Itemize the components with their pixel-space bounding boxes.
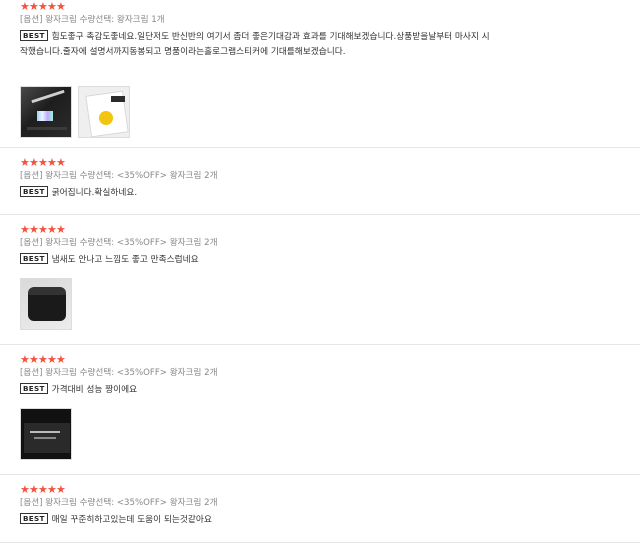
star-icon: ★ [38,156,48,169]
review-item: ★★★★★ [옵션] 왕자크림 수량선택: 왕자크림 1개 BEST 힘도좋구 촉… [0,0,640,148]
best-badge: BEST [20,253,48,264]
review-item: ★★★★★ [옵션] 왕자크림 수량선택: <35%OFF> 왕자크림 2개 B… [0,345,640,475]
star-icon: ★ [56,353,66,366]
review-body: BEST 냄새도 안나고 느낌도 좋고 만족스럽네요 [20,253,640,268]
review-text: 굵어집니다.확실하네요. [51,188,138,198]
best-badge: BEST [20,30,48,41]
review-body: BEST 힘도좋구 촉감도좋네요.일단저도 반신반의 여기서 좀더 좋은기대감과 … [20,30,640,60]
star-icon: ★ [20,353,30,366]
star-icon: ★ [29,353,39,366]
review-photo-card-sticker[interactable] [78,86,130,138]
review-text: 힘도좋구 촉감도좋네요.일단저도 반신반의 여기서 좀더 좋은기대감과 효과를 … [20,32,490,57]
star-icon: ★ [56,223,66,236]
star-rating: ★★★★★ [20,1,640,12]
star-icon: ★ [20,156,30,169]
best-badge: BEST [20,513,48,524]
star-icon: ★ [56,0,66,13]
star-icon: ★ [47,156,57,169]
star-icon: ★ [29,483,39,496]
star-rating: ★★★★★ [20,354,640,365]
star-icon: ★ [56,156,66,169]
review-body: BEST 매일 꾸준히하고있는데 도움이 되는것같아요 [20,513,640,528]
review-option: [옵션] 왕자크림 수량선택: 왕자크림 1개 [20,15,165,25]
review-option: [옵션] 왕자크림 수량선택: <35%OFF> 왕자크림 2개 [20,171,218,181]
star-icon: ★ [47,223,57,236]
review-photo-dark-box[interactable] [20,408,72,460]
review-text: 매일 꾸준히하고있는데 도움이 되는것같아요 [51,515,212,525]
star-icon: ★ [47,0,57,13]
review-photos [20,278,640,330]
star-icon: ★ [20,0,30,13]
review-option: [옵션] 왕자크림 수량선택: <35%OFF> 왕자크림 2개 [20,368,218,378]
review-photo-box-hologram[interactable] [20,86,72,138]
star-rating: ★★★★★ [20,484,640,495]
review-list: ★★★★★ [옵션] 왕자크림 수량선택: 왕자크림 1개 BEST 힘도좋구 촉… [0,0,640,543]
review-option: [옵션] 왕자크림 수량선택: <35%OFF> 왕자크림 2개 [20,238,218,248]
star-icon: ★ [38,223,48,236]
star-icon: ★ [38,353,48,366]
review-text: 냄새도 안나고 느낌도 좋고 만족스럽네요 [51,255,199,265]
star-icon: ★ [38,0,48,13]
star-icon: ★ [20,223,30,236]
star-icon: ★ [38,483,48,496]
review-item: ★★★★★ [옵션] 왕자크림 수량선택: <35%OFF> 왕자크림 2개 B… [0,148,640,215]
review-body: BEST 굵어집니다.확실하네요. [20,186,640,201]
star-icon: ★ [56,483,66,496]
review-item: ★★★★★ [옵션] 왕자크림 수량선택: <35%OFF> 왕자크림 2개 B… [0,215,640,345]
review-photos [20,408,640,460]
star-icon: ★ [29,156,39,169]
star-icon: ★ [47,353,57,366]
star-icon: ★ [47,483,57,496]
best-badge: BEST [20,383,48,394]
best-badge: BEST [20,186,48,197]
review-photos [20,86,640,138]
review-text: 가격대비 성능 짱이에요 [51,385,138,395]
review-item: ★★★★★ [옵션] 왕자크림 수량선택: <35%OFF> 왕자크림 2개 B… [0,475,640,543]
star-icon: ★ [29,223,39,236]
review-photo-black-jar[interactable] [20,278,72,330]
star-rating: ★★★★★ [20,157,640,168]
review-body: BEST 가격대비 성능 짱이에요 [20,383,640,398]
star-icon: ★ [20,483,30,496]
review-option: [옵션] 왕자크림 수량선택: <35%OFF> 왕자크림 2개 [20,498,218,508]
star-icon: ★ [29,0,39,13]
star-rating: ★★★★★ [20,224,640,235]
